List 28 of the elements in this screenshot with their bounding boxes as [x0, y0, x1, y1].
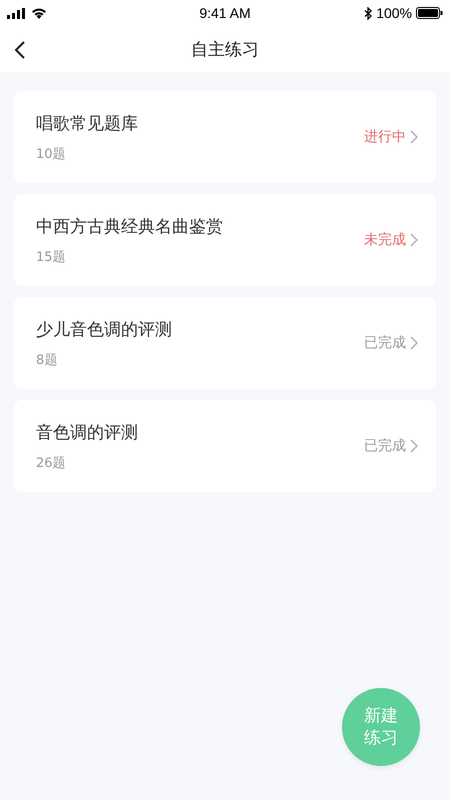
wifi-icon: [31, 7, 47, 19]
battery-percent: 100%: [376, 5, 412, 21]
question-count: 8题: [36, 352, 58, 368]
chevron-right-icon: [410, 233, 418, 247]
chevron-right-icon: [410, 336, 418, 350]
question-count: 10题: [36, 146, 67, 162]
bluetooth-icon: [364, 6, 372, 20]
question-count: 15题: [36, 248, 67, 266]
practice-card[interactable]: 唱歌常见题库 10题 进行中: [14, 91, 436, 183]
status-time: 9:41 AM: [199, 5, 251, 21]
signal-icon: [7, 8, 27, 18]
chevron-right-icon: [410, 130, 418, 144]
practice-card[interactable]: 中西方古典经典名曲鉴赏 15题 未完成: [14, 194, 436, 286]
battery-icon: [416, 7, 443, 19]
practice-card[interactable]: 音色调的评测 26题 已完成: [14, 400, 436, 492]
chevron-left-icon: [14, 40, 26, 60]
practice-status: 进行中: [364, 128, 406, 146]
practice-status: 已完成: [364, 334, 406, 352]
question-count: 26题: [36, 454, 67, 472]
practice-title: 少儿音色调的评测: [36, 318, 173, 340]
page-title: 自主练习: [191, 38, 259, 60]
practice-title: 唱歌常见题库: [36, 112, 139, 134]
practice-title: 音色调的评测: [36, 422, 139, 444]
chevron-right-icon: [410, 439, 418, 453]
practice-card[interactable]: 少儿音色调的评测 8题 已完成: [14, 297, 436, 389]
practice-status: 已完成: [364, 437, 406, 455]
practice-status: 未完成: [364, 231, 406, 249]
practice-title: 中西方古典经典名曲鉴赏: [36, 216, 224, 238]
